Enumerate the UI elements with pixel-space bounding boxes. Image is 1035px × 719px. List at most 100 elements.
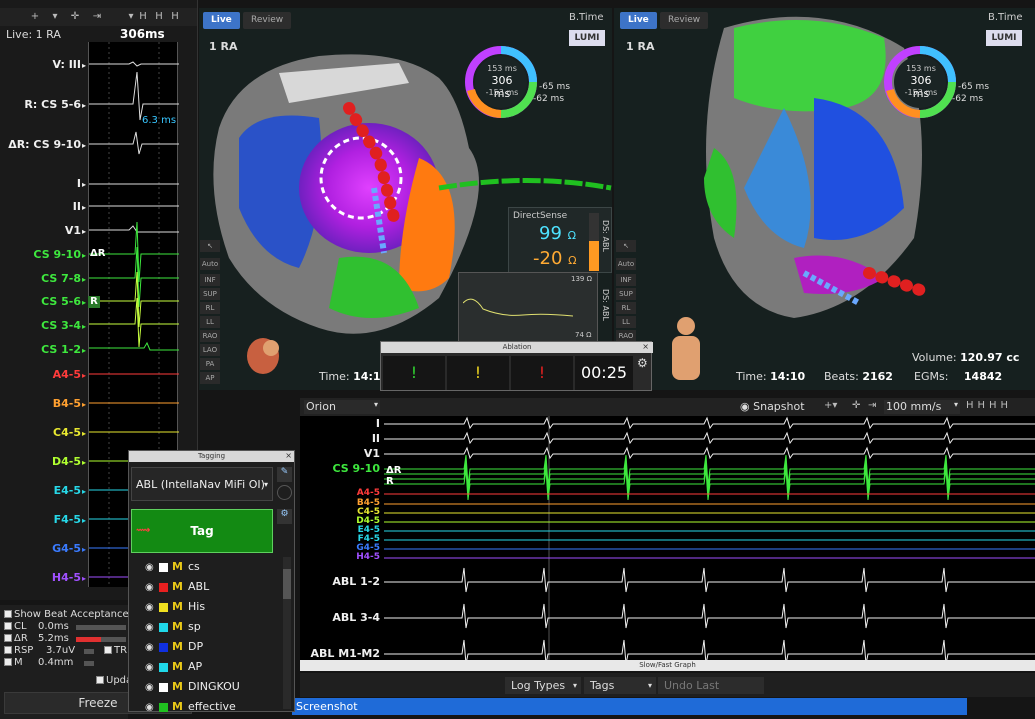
beat-row-m[interactable]: M 0.4mm bbox=[4, 657, 128, 669]
checkbox[interactable] bbox=[4, 622, 12, 630]
caliper-icon[interactable]: ⇥ bbox=[90, 10, 104, 24]
lead-label[interactable]: R: CS 5-6 bbox=[0, 98, 86, 111]
tag-list-scrollbar[interactable] bbox=[283, 557, 291, 709]
checkbox[interactable] bbox=[96, 676, 104, 684]
dr-slider[interactable] bbox=[76, 637, 126, 642]
beat-row-dr[interactable]: ΔR 5.2ms bbox=[4, 633, 128, 645]
lead-label[interactable]: C4-5 bbox=[0, 426, 86, 439]
lead-label[interactable]: CS 9-10 bbox=[0, 248, 86, 261]
caliper-icon[interactable]: ⇥ bbox=[868, 400, 876, 411]
m-slider[interactable] bbox=[84, 661, 94, 666]
view-button-ll[interactable]: LL bbox=[200, 316, 220, 328]
tagging-window[interactable]: Tagging × ABL (IntellaNav MiFi OI) ▾ ✎ ⟿ … bbox=[128, 450, 295, 713]
main-lead-label[interactable]: H4-5 bbox=[300, 552, 380, 563]
tr-checkbox[interactable]: TR bbox=[104, 645, 127, 656]
view-button-rl[interactable]: RL bbox=[200, 302, 220, 314]
settings-icon[interactable]: ⚙ bbox=[277, 509, 292, 524]
tag-list-item[interactable]: ◉ Meffective bbox=[145, 697, 280, 717]
h-icons[interactable]: HHHH bbox=[966, 400, 1012, 411]
tag-button[interactable]: ⟿ Tag bbox=[131, 509, 273, 553]
snapshot-button[interactable]: ◉ Snapshot bbox=[740, 400, 805, 413]
undo-last-deletion-button[interactable]: Undo Last Deletion bbox=[658, 677, 764, 709]
view-button-lao[interactable]: LAO bbox=[200, 344, 220, 356]
pen-icon[interactable]: ✎ bbox=[277, 467, 292, 482]
h-icon[interactable]: H bbox=[152, 10, 166, 24]
body-orientation-icon[interactable] bbox=[668, 312, 704, 382]
sweep-speed-dropdown[interactable]: 100 mm/s ▾ bbox=[884, 400, 960, 414]
view-button-rao[interactable]: RAO bbox=[200, 330, 220, 342]
lead-label[interactable]: CS 3-4 bbox=[0, 319, 86, 332]
lead-label[interactable]: V1 bbox=[0, 224, 86, 237]
tags-dropdown[interactable]: Tags ▾ bbox=[584, 677, 656, 694]
main-lead-label[interactable]: I bbox=[300, 418, 380, 429]
main-lead-label[interactable]: ABL M1-M2 bbox=[300, 648, 380, 659]
gear-icon[interactable]: ⚙ bbox=[637, 356, 648, 370]
main-lead-label[interactable]: II bbox=[300, 433, 380, 444]
lead-label[interactable]: CS 1-2 bbox=[0, 343, 86, 356]
tag-list-item[interactable]: ◉ M ABL bbox=[145, 577, 280, 597]
eye-icon[interactable]: ◉ bbox=[145, 578, 157, 598]
view-button-rl[interactable]: RL bbox=[616, 302, 636, 314]
rsp-slider[interactable] bbox=[84, 649, 94, 654]
tag-list-item[interactable]: ◉ M DINGKOU bbox=[145, 677, 280, 697]
eye-icon[interactable]: ◉ bbox=[145, 678, 157, 698]
checkbox[interactable] bbox=[4, 658, 12, 666]
circle-icon[interactable] bbox=[277, 485, 292, 500]
checkbox[interactable] bbox=[4, 610, 12, 618]
lead-label[interactable]: ΔR: CS 9-10 bbox=[0, 138, 86, 151]
view-button-auto[interactable]: Auto bbox=[616, 258, 636, 270]
lead-label[interactable]: I bbox=[0, 177, 86, 190]
view-button-sup[interactable]: SUP bbox=[200, 288, 220, 300]
lead-label[interactable]: II bbox=[0, 200, 86, 213]
view-button-pa[interactable]: PA bbox=[200, 358, 220, 370]
checkbox[interactable] bbox=[4, 646, 12, 654]
marker-icon[interactable]: ✛ bbox=[68, 10, 82, 24]
beat-row-rsp[interactable]: RSP 3.7uV TR bbox=[4, 645, 128, 657]
tag-list-item[interactable]: ◉ Msp bbox=[145, 617, 280, 637]
beat-row-cl[interactable]: CL 0.0ms bbox=[4, 621, 128, 633]
h-icon[interactable]: H bbox=[136, 10, 150, 24]
add-icon[interactable]: +▾ bbox=[824, 400, 837, 411]
view-button-ll[interactable]: LL bbox=[616, 316, 636, 328]
tag-list-item[interactable]: ◉ Mcs bbox=[145, 557, 280, 577]
pointer-icon[interactable]: ↖ bbox=[616, 240, 636, 252]
main-lead-label[interactable]: CS 9-10 bbox=[300, 463, 380, 474]
checkbox[interactable] bbox=[4, 634, 12, 642]
view-dropdown[interactable]: Orion ▾ bbox=[304, 400, 380, 414]
lead-label[interactable]: G4-5 bbox=[0, 542, 86, 555]
tag-list-item[interactable]: ◉ M AP bbox=[145, 657, 280, 677]
view-button-inf[interactable]: INF bbox=[200, 274, 220, 286]
lead-label[interactable]: A4-5 bbox=[0, 368, 86, 381]
main-lead-label[interactable]: ABL 3-4 bbox=[300, 612, 380, 623]
lead-label[interactable]: V: III bbox=[0, 58, 86, 71]
marker-icon[interactable]: ✛ bbox=[852, 400, 860, 411]
eye-icon[interactable]: ◉ bbox=[145, 658, 157, 678]
chevron-down-icon[interactable]: ▾ bbox=[48, 10, 62, 24]
view-button-ap[interactable]: AP bbox=[200, 372, 220, 384]
log-types-dropdown[interactable]: Log Types ▾ bbox=[505, 677, 581, 694]
cl-slider[interactable] bbox=[76, 625, 126, 630]
eye-icon[interactable]: ◉ bbox=[145, 598, 157, 618]
lead-label[interactable]: CS 7-8 bbox=[0, 272, 86, 285]
eye-icon[interactable]: ◉ bbox=[145, 698, 157, 718]
add-icon[interactable]: + bbox=[28, 10, 42, 24]
lead-label[interactable]: H4-5 bbox=[0, 571, 86, 584]
orientation-heart-icon[interactable] bbox=[243, 330, 285, 378]
eye-icon[interactable]: ◉ bbox=[145, 618, 157, 638]
view-button-inf[interactable]: INF bbox=[616, 274, 636, 286]
eye-icon[interactable]: ◉ bbox=[145, 558, 157, 578]
close-icon[interactable]: × bbox=[642, 342, 649, 351]
view-button-sup[interactable]: SUP bbox=[616, 288, 636, 300]
lead-label[interactable]: D4-5 bbox=[0, 455, 86, 468]
lead-label[interactable]: CS 5-6 bbox=[0, 295, 86, 308]
map-panel-right[interactable]: Live Review B.Time LUMI 1 RA 153 ms 306 … bbox=[614, 8, 1035, 390]
eye-icon[interactable]: ◉ bbox=[145, 638, 157, 658]
show-beat-acceptance-row[interactable]: Show Beat Acceptance bbox=[4, 609, 129, 621]
lead-label[interactable]: E4-5 bbox=[0, 484, 86, 497]
screenshot-bar[interactable]: Screenshot bbox=[292, 698, 967, 715]
close-icon[interactable]: × bbox=[285, 451, 292, 460]
catheter-select[interactable]: ABL (IntellaNav MiFi OI) ▾ bbox=[131, 467, 273, 501]
view-button-auto[interactable]: Auto bbox=[200, 258, 220, 270]
pointer-icon[interactable]: ↖ bbox=[200, 240, 220, 252]
main-ecg-panel[interactable]: I II V1 CS 9-10 A4-5 B4-5 C4-5 D4-5 E4-5 F4-5 G4-5… bbox=[300, 416, 1035, 660]
